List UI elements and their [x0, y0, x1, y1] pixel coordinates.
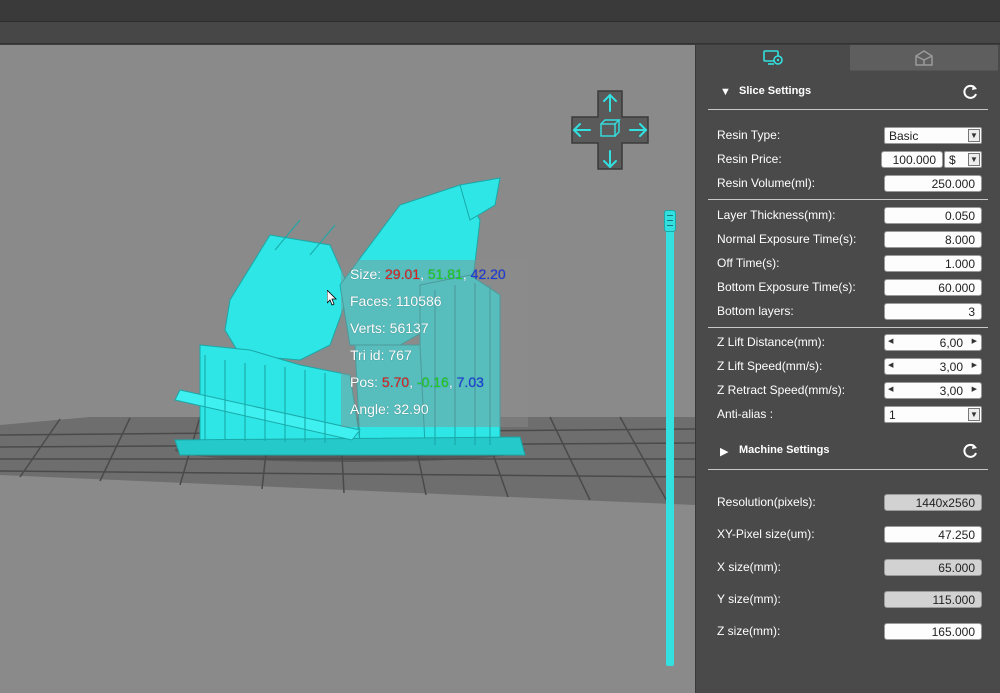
xy-pixel-input[interactable]: 47.250	[884, 526, 982, 543]
layer-slider[interactable]	[664, 210, 676, 666]
size-x-value: 29.01	[385, 266, 421, 282]
monitor-gear-icon	[763, 50, 783, 65]
x-size-value: 65.000	[884, 559, 982, 576]
info-tri-id: Tri id: 767	[350, 347, 412, 363]
z-retract-speed-spinner[interactable]: ◀ 3,00 ▶	[884, 382, 982, 399]
chevron-down-icon[interactable]: ▼	[968, 129, 980, 142]
bottom-layers-label: Bottom layers:	[717, 304, 794, 318]
anti-alias-select[interactable]: 1 ▼	[884, 406, 982, 423]
mouse-cursor-icon	[327, 290, 337, 306]
spin-left-icon[interactable]: ◀	[888, 361, 893, 369]
settings-panel: ▼ Slice Settings Resin Type: Basic ▼ Resi…	[695, 45, 1000, 693]
info-faces: Faces: 110586	[350, 293, 442, 309]
panel-tabs	[696, 45, 1000, 71]
divider	[708, 199, 988, 200]
resin-price-input[interactable]: 100.000	[881, 151, 943, 168]
z-size-label: Z size(mm):	[717, 624, 781, 638]
size-z-value: 42.20	[470, 266, 506, 282]
resin-volume-input[interactable]: 250.000	[884, 175, 982, 192]
toolbar	[0, 22, 1000, 44]
expand-triangle-icon[interactable]: ▶	[720, 445, 728, 458]
off-time-label: Off Time(s):	[717, 256, 780, 270]
spin-left-icon[interactable]: ◀	[888, 385, 893, 393]
normal-exposure-label: Normal Exposure Time(s):	[717, 232, 857, 246]
refresh-icon[interactable]	[960, 82, 980, 102]
resin-price-label: Resin Price:	[717, 152, 782, 166]
bottom-exposure-label: Bottom Exposure Time(s):	[717, 280, 856, 294]
bottom-exposure-input[interactable]: 60.000	[884, 279, 982, 296]
resolution-value: 1440x2560	[884, 494, 982, 511]
layer-slider-track[interactable]	[666, 224, 674, 666]
collapse-triangle-icon[interactable]: ▼	[720, 86, 731, 98]
info-pos: Pos: 5.70, -0.16, 7.03	[350, 374, 484, 390]
layer-thickness-input[interactable]: 0.050	[884, 207, 982, 224]
chevron-down-icon[interactable]: ▼	[968, 408, 980, 421]
pos-x-value: 5.70	[381, 374, 410, 390]
title-bar	[0, 0, 1000, 22]
x-size-label: X size(mm):	[717, 560, 781, 574]
spin-right-icon[interactable]: ▶	[972, 385, 977, 393]
spin-right-icon[interactable]: ▶	[972, 361, 977, 369]
chevron-down-icon[interactable]: ▼	[968, 153, 980, 166]
resin-type-label: Resin Type:	[717, 128, 781, 142]
refresh-icon[interactable]	[960, 441, 980, 461]
app-window: Size: 29.01, 51.81, 42.20 Faces: 110586 …	[0, 0, 1000, 693]
anti-alias-label: Anti-alias :	[717, 407, 774, 421]
spin-right-icon[interactable]: ▶	[972, 337, 977, 345]
tab-slice-settings[interactable]	[696, 45, 850, 71]
z-retract-speed-label: Z Retract Speed(mm/s):	[717, 383, 846, 397]
view-navigation-pad[interactable]	[568, 89, 652, 173]
3d-viewport[interactable]: Size: 29.01, 51.81, 42.20 Faces: 110586 …	[0, 45, 695, 693]
xy-pixel-label: XY-Pixel size(um):	[717, 527, 815, 541]
divider	[708, 109, 988, 110]
resin-volume-label: Resin Volume(ml):	[717, 176, 816, 190]
bottom-layers-input[interactable]: 3	[884, 303, 982, 320]
size-y-value: 51.81	[427, 266, 463, 282]
spin-left-icon[interactable]: ◀	[888, 337, 893, 345]
slice-settings-header[interactable]: ▼ Slice Settings	[696, 82, 1000, 102]
z-lift-distance-label: Z Lift Distance(mm):	[717, 335, 826, 349]
tab-machine-settings[interactable]	[850, 45, 998, 71]
divider	[708, 469, 988, 470]
normal-exposure-input[interactable]: 8.000	[884, 231, 982, 248]
z-lift-speed-spinner[interactable]: ◀ 3,00 ▶	[884, 358, 982, 375]
resin-currency-select[interactable]: $ ▼	[944, 151, 982, 168]
pos-z-value: 7.03	[456, 374, 484, 390]
printer-box-icon	[915, 49, 933, 66]
resin-type-select[interactable]: Basic ▼	[884, 127, 982, 144]
layer-slider-handle[interactable]	[664, 210, 676, 232]
y-size-label: Y size(mm):	[717, 592, 781, 606]
z-lift-speed-label: Z Lift Speed(mm/s):	[717, 359, 823, 373]
info-size: Size: 29.01, 51.81, 42.20	[350, 266, 506, 282]
resolution-label: Resolution(pixels):	[717, 495, 816, 509]
info-verts: Verts: 56137	[350, 320, 429, 336]
info-angle: Angle: 32.90	[350, 401, 429, 417]
z-lift-distance-spinner[interactable]: ◀ 6,00 ▶	[884, 334, 982, 351]
layer-thickness-label: Layer Thickness(mm):	[717, 208, 836, 222]
off-time-input[interactable]: 1.000	[884, 255, 982, 272]
divider	[708, 327, 988, 328]
pos-y-value: -0.16	[416, 374, 449, 390]
y-size-value: 115.000	[884, 591, 982, 608]
machine-settings-header[interactable]: ▶ Machine Settings	[696, 441, 1000, 461]
z-size-input[interactable]: 165.000	[884, 623, 982, 640]
